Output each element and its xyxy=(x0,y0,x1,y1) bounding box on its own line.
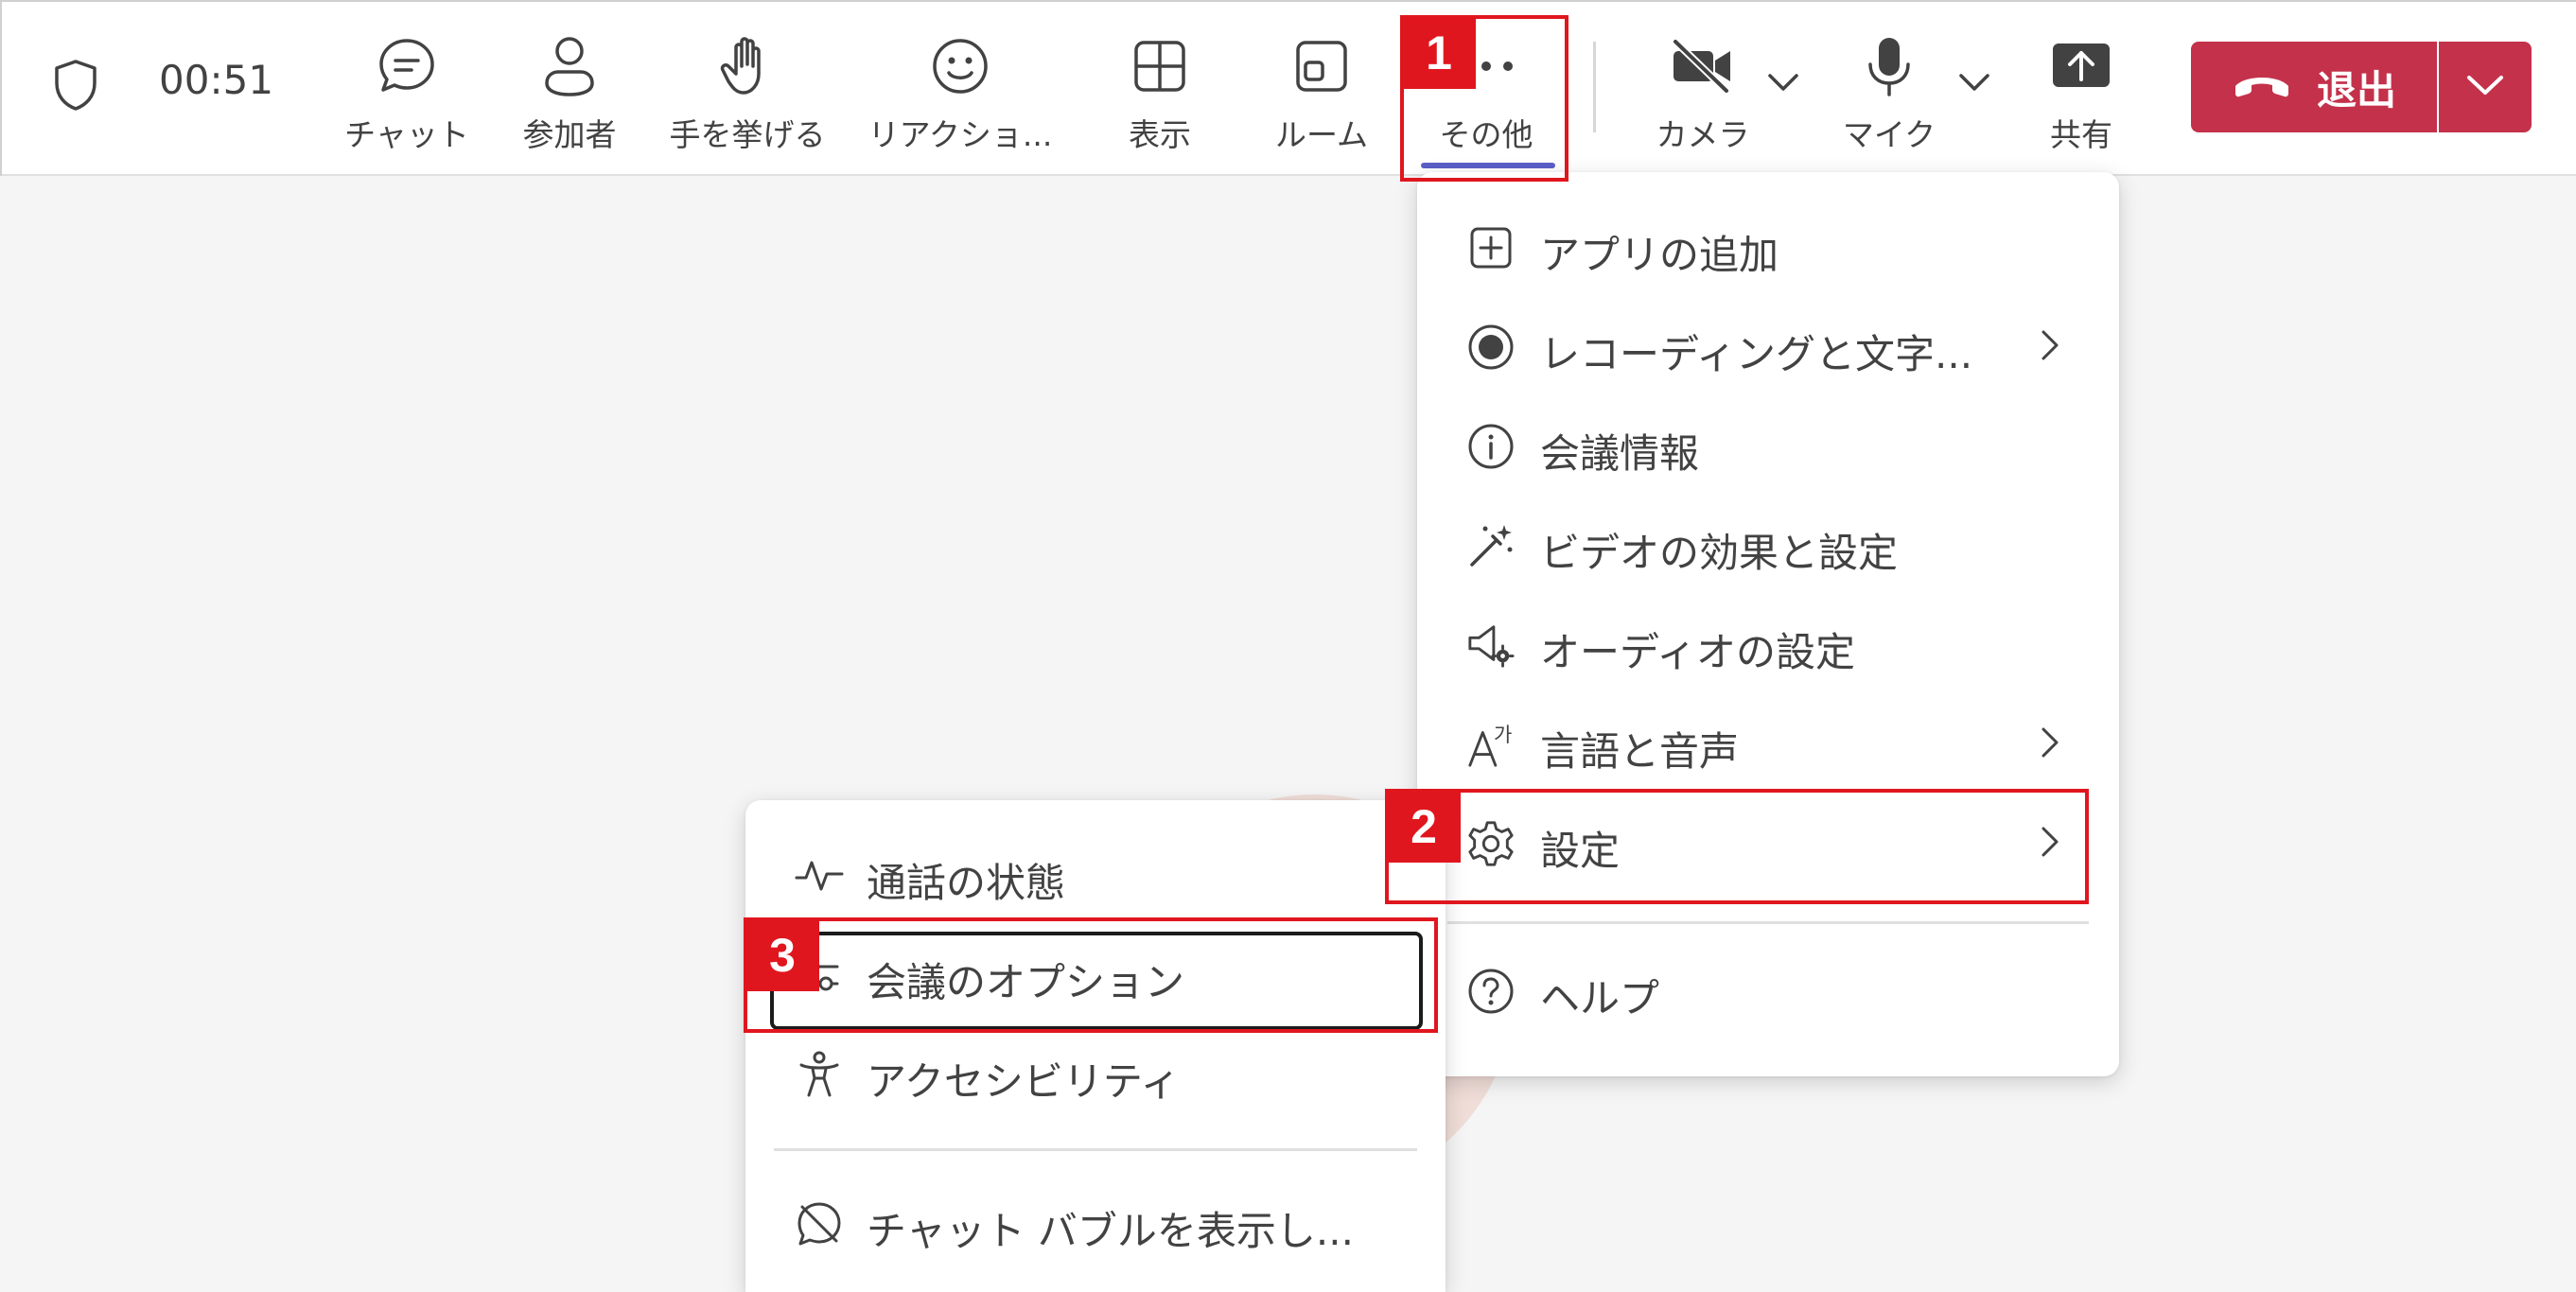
meeting-toolbar: 00:51 チャット 参加者 手を挙げる リアクショ... 表示 ルーム その他… xyxy=(0,0,2576,176)
record-icon xyxy=(1466,323,1516,372)
submenu-item-label: アクセシビリティ xyxy=(867,1058,1181,1105)
rooms-icon xyxy=(1260,28,1383,104)
share-button[interactable]: 共有 xyxy=(2024,28,2138,153)
leave-options-button[interactable] xyxy=(2439,42,2532,132)
phone-hangup-icon xyxy=(2232,64,2292,111)
chevron-down-icon xyxy=(2465,73,2505,101)
more-menu: アプリの追加 レコーディングと文字... 会議情報 ビデオの効果と設定 オーディ… xyxy=(1417,172,2119,1076)
submenu-item-call-health[interactable]: 通話の状態 xyxy=(745,829,1446,923)
submenu-item-accessibility[interactable]: アクセシビリティ xyxy=(745,1027,1446,1122)
mic-label: マイク xyxy=(1842,116,1936,153)
speaker-settings-icon xyxy=(1466,620,1516,670)
pulse-icon xyxy=(795,851,844,900)
menu-item-label: 言語と音声 xyxy=(1540,728,1740,775)
reactions-label: リアクショ... xyxy=(867,116,1053,153)
share-label: 共有 xyxy=(2050,116,2112,153)
view-label: 表示 xyxy=(1129,116,1191,153)
menu-item-video-effects[interactable]: ビデオの効果と設定 xyxy=(1417,498,2119,593)
raise-hand-button[interactable]: 手を挙げる xyxy=(662,28,832,153)
menu-item-label: ヘルプ xyxy=(1540,975,1660,1021)
camera-options-chevron-icon[interactable] xyxy=(1767,72,1799,96)
menu-item-label: アプリの追加 xyxy=(1540,232,1779,278)
menu-item-help[interactable]: ヘルプ xyxy=(1417,944,2119,1039)
window-frame-top xyxy=(0,0,2576,2)
raise-hand-label: 手を挙げる xyxy=(669,116,826,153)
meeting-timer: 00:51 xyxy=(159,57,274,103)
chevron-right-icon xyxy=(2040,725,2060,763)
callout-box-3 xyxy=(744,917,1438,1033)
menu-item-meeting-info[interactable]: 会議情報 xyxy=(1417,399,2119,494)
window-frame-left xyxy=(0,0,2,176)
menu-item-add-app[interactable]: アプリの追加 xyxy=(1417,201,2119,295)
callout-badge-3: 3 xyxy=(745,919,819,991)
hand-icon xyxy=(662,28,832,104)
add-square-icon xyxy=(1466,223,1516,272)
menu-item-language[interactable]: 가 言語と音声 xyxy=(1417,697,2119,792)
chat-bubble-off-icon xyxy=(795,1199,844,1248)
chat-button[interactable]: チャット xyxy=(331,28,482,153)
settings-submenu: 通話の状態 会議のオプション アクセシビリティ チャット バブルを表示し... xyxy=(745,800,1446,1292)
smiley-icon xyxy=(857,28,1063,104)
menu-item-recording[interactable]: レコーディングと文字... xyxy=(1417,300,2119,394)
camera-off-icon xyxy=(1637,28,1769,104)
menu-item-label: オーディオの設定 xyxy=(1540,629,1856,675)
chevron-right-icon xyxy=(2040,328,2060,366)
callout-badge-1: 1 xyxy=(1402,17,1476,89)
menu-item-label: レコーディングと文字... xyxy=(1540,331,1973,377)
submenu-item-chat-bubbles[interactable]: チャット バブルを表示し... xyxy=(745,1177,1446,1271)
mic-options-chevron-icon[interactable] xyxy=(1958,72,1990,96)
submenu-divider xyxy=(774,1148,1417,1151)
submenu-item-label: チャット バブルを表示し... xyxy=(867,1208,1354,1254)
participants-label: 参加者 xyxy=(522,116,617,153)
rooms-button[interactable]: ルーム xyxy=(1260,28,1383,153)
accessibility-icon xyxy=(795,1050,844,1099)
submenu-item-label: 通話の状態 xyxy=(867,860,1066,906)
menu-item-audio-settings[interactable]: オーディオの設定 xyxy=(1417,598,2119,692)
mic-button[interactable]: マイク xyxy=(1828,28,1951,153)
camera-button[interactable]: カメラ xyxy=(1637,28,1769,153)
magic-wand-icon xyxy=(1466,521,1516,570)
language-icon: 가 xyxy=(1466,720,1516,769)
grid-icon xyxy=(1103,28,1217,104)
shield-icon[interactable] xyxy=(53,59,98,115)
leave-button[interactable]: 退出 xyxy=(2191,42,2437,132)
chat-label: チャット xyxy=(344,116,469,153)
menu-item-label: 会議情報 xyxy=(1540,430,1700,477)
person-icon xyxy=(503,28,636,104)
info-icon xyxy=(1466,422,1516,471)
rooms-label: ルーム xyxy=(1274,116,1368,153)
callout-box-2 xyxy=(1385,789,2089,904)
reactions-button[interactable]: リアクショ... xyxy=(857,28,1063,153)
menu-divider xyxy=(1447,921,2089,924)
camera-label: カメラ xyxy=(1656,116,1750,153)
help-icon xyxy=(1466,967,1516,1016)
chat-icon xyxy=(331,28,482,104)
toolbar-separator xyxy=(1593,42,1596,132)
participants-button[interactable]: 参加者 xyxy=(503,28,636,153)
callout-badge-2: 2 xyxy=(1387,791,1461,863)
menu-item-label: ビデオの効果と設定 xyxy=(1540,530,1899,576)
leave-label: 退出 xyxy=(2316,66,2396,113)
view-button[interactable]: 表示 xyxy=(1103,28,1217,153)
svg-text:가: 가 xyxy=(1494,723,1512,746)
share-screen-icon xyxy=(2024,28,2138,104)
microphone-icon xyxy=(1828,28,1951,104)
